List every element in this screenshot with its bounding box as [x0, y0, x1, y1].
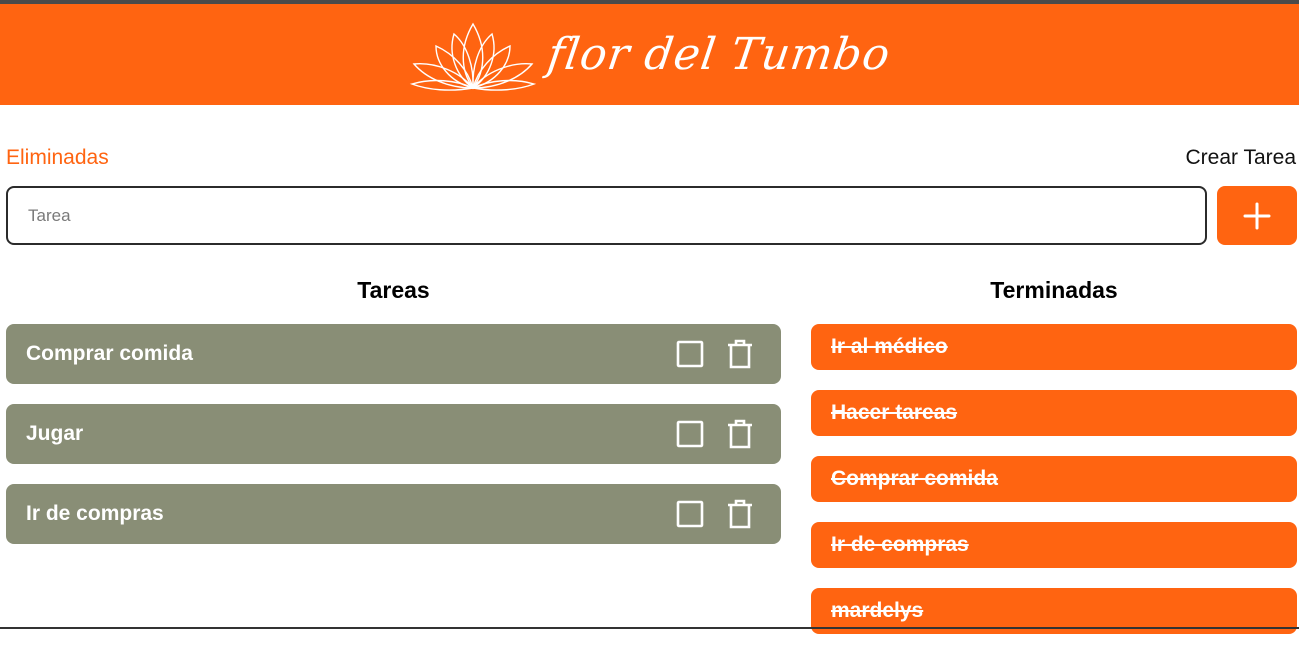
task-item: Jugar — [6, 404, 781, 464]
deleted-tasks-link[interactable]: Eliminadas — [6, 146, 109, 170]
done-item-label: mardelys — [831, 599, 924, 622]
done-item-label: Ir de compras — [831, 533, 969, 556]
trash-icon[interactable] — [725, 418, 755, 450]
plus-icon — [1243, 202, 1271, 229]
task-actions — [675, 338, 755, 370]
task-item-label: Ir de compras — [26, 502, 164, 525]
trash-icon[interactable] — [725, 498, 755, 530]
brand-name: flor del Tumbo — [544, 29, 895, 80]
create-task-label: Crear Tarea — [1185, 146, 1297, 169]
task-item-label: Jugar — [26, 422, 84, 445]
task-actions — [675, 418, 755, 450]
task-item-label: Comprar comida — [26, 342, 193, 365]
tasks-title: Tareas — [357, 277, 430, 303]
done-item: Comprar comida — [811, 456, 1297, 502]
task-item: Ir de compras — [6, 484, 781, 544]
brand-logo: flor del Tumbo — [408, 18, 894, 92]
done-item-label: Comprar comida — [831, 467, 998, 490]
checkbox-icon[interactable] — [675, 419, 705, 449]
task-actions — [675, 498, 755, 530]
task-item: Comprar comida — [6, 324, 781, 384]
app-header: flor del Tumbo — [0, 4, 1299, 105]
done-item: Ir al médico — [811, 324, 1297, 370]
checkbox-icon[interactable] — [675, 499, 705, 529]
done-item-label: Ir al médico — [831, 335, 948, 358]
done-list: Ir al médico Hacer tareas Comprar comida… — [811, 324, 1297, 654]
done-item: Ir de compras — [811, 522, 1297, 568]
done-item-label: Hacer tareas — [831, 401, 958, 424]
task-list: Comprar comida Jugar Ir de compras — [6, 324, 781, 564]
task-input[interactable] — [6, 186, 1207, 245]
done-title: Terminadas — [990, 277, 1118, 303]
trash-icon[interactable] — [725, 338, 755, 370]
add-task-button[interactable] — [1217, 186, 1297, 245]
checkbox-icon[interactable] — [675, 339, 705, 369]
done-item: Hacer tareas — [811, 390, 1297, 436]
lotus-icon — [410, 22, 537, 91]
